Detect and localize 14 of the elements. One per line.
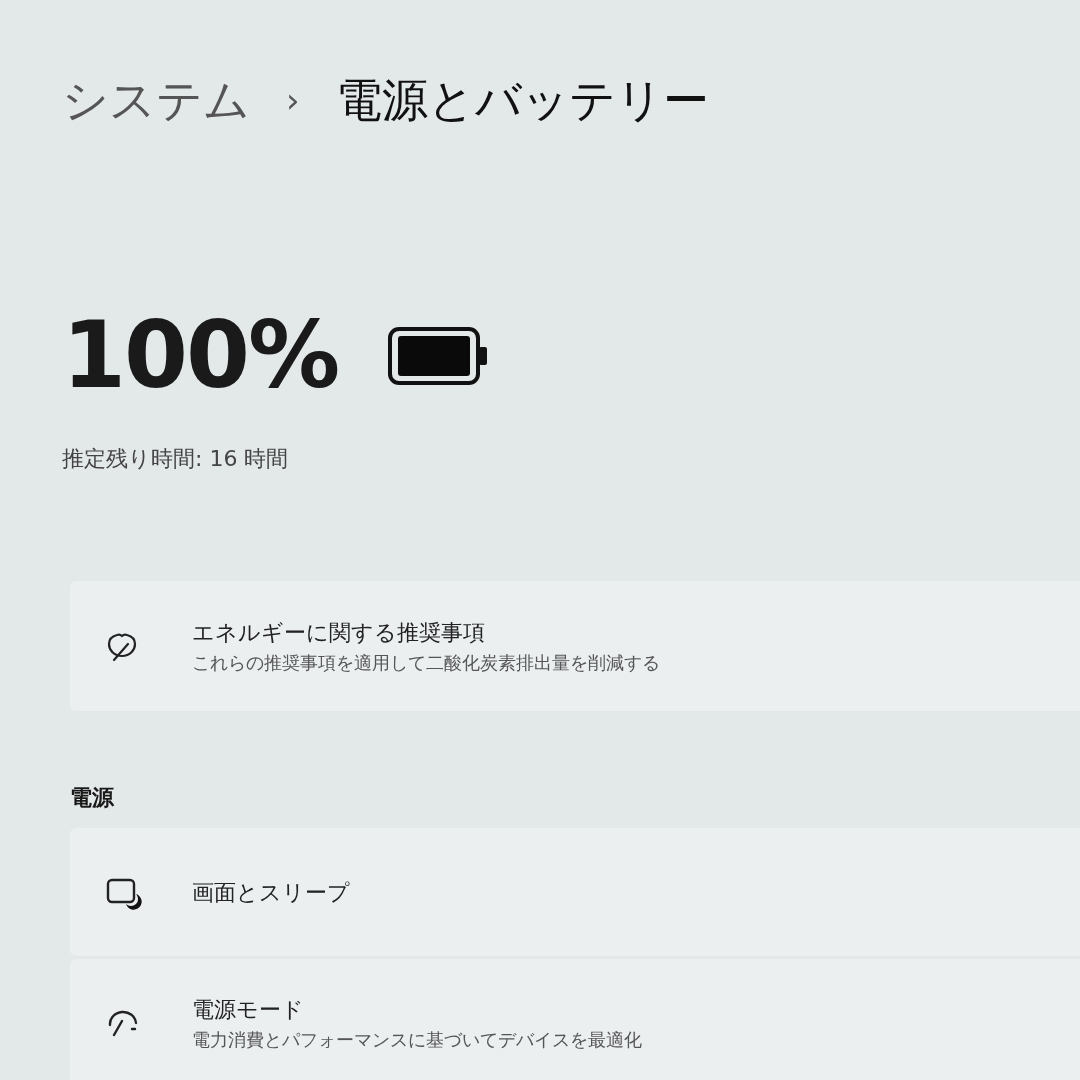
settings-card[interactable]: 電源モード 電力消費とパフォーマンスに基づいてデバイスを最適化 — [70, 959, 1080, 1080]
settings-card[interactable]: 画面とスリープ — [70, 828, 1080, 956]
breadcrumb-separator: › — [286, 78, 300, 122]
battery-percent: 100% — [62, 310, 339, 402]
card-title: 電源モード — [192, 996, 305, 1024]
battery-estimate: 推定残り時間: 16 時間 — [62, 445, 290, 473]
card-subtitle: 電力消費とパフォーマンスに基づいてデバイスを最適化 — [192, 1028, 642, 1052]
breadcrumb-link[interactable]: システム — [62, 65, 250, 135]
card-title: エネルギーに関する推奨事項 — [192, 619, 486, 647]
page-title: 電源とバッテリー — [335, 71, 709, 129]
card-subtitle: これらの推奨事項を適用して二酸化炭素排出量を削減する — [192, 651, 660, 675]
settings-card[interactable]: エネルギーに関する推奨事項 これらの推奨事項を適用して二酸化炭素排出量を削減する — [70, 581, 1080, 711]
card-title: 画面とスリープ — [192, 878, 350, 907]
section-heading: 電源 — [70, 784, 115, 812]
